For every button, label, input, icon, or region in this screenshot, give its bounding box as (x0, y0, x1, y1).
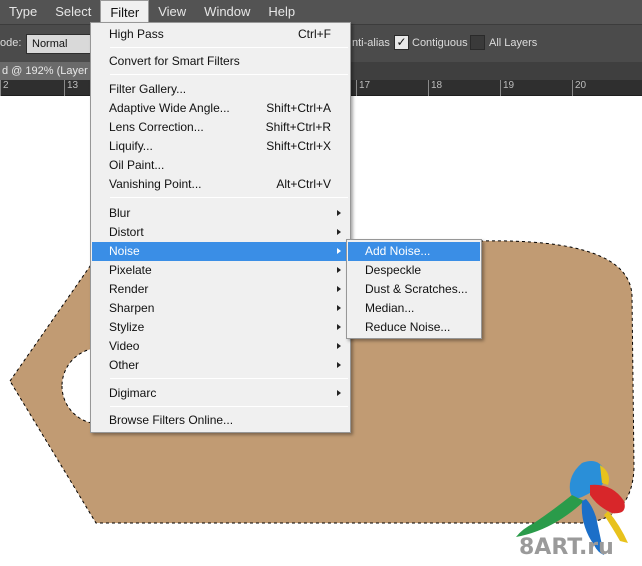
menu-item-other[interactable]: Other (92, 356, 349, 375)
menu-item-label: Distort (109, 225, 144, 239)
submenu-arrow-icon (337, 343, 341, 349)
mode-label: ode: (0, 37, 22, 49)
menu-item-liquify[interactable]: Liquify... Shift+Ctrl+X (92, 137, 349, 156)
submenu-item-label: Add Noise... (365, 244, 431, 258)
menu-help[interactable]: Help (259, 0, 304, 24)
menu-item-label: High Pass (109, 27, 164, 41)
submenu-item-add-noise[interactable]: Add Noise... (348, 242, 480, 261)
menu-separator (110, 406, 348, 407)
menu-item-label: Sharpen (109, 301, 155, 315)
submenu-arrow-icon (337, 286, 341, 292)
submenu-item-reduce-noise[interactable]: Reduce Noise... (348, 318, 480, 337)
contiguous-label[interactable]: Contiguous (412, 37, 468, 49)
menu-item-label: Other (109, 358, 140, 372)
submenu-item-label: Median... (365, 301, 415, 315)
menu-separator (110, 47, 348, 48)
menu-item-label: Vanishing Point... (109, 177, 202, 191)
mode-select[interactable]: Normal (26, 34, 96, 54)
menu-item-convert-smart-filters[interactable]: Convert for Smart Filters (92, 52, 349, 71)
menu-bar: Type Select Filter View Window Help (0, 0, 642, 25)
menu-item-noise[interactable]: Noise (92, 242, 349, 261)
menu-item-digimarc[interactable]: Digimarc (92, 384, 349, 403)
menu-item-label: Noise (109, 244, 140, 258)
menu-item-vanishing-point[interactable]: Vanishing Point... Alt+Ctrl+V (92, 175, 349, 194)
submenu-arrow-icon (337, 267, 341, 273)
ruler-tick: 18 (428, 80, 442, 96)
submenu-arrow-icon (337, 248, 341, 254)
menu-item-lens-correction[interactable]: Lens Correction... Shift+Ctrl+R (92, 118, 349, 137)
menu-window[interactable]: Window (195, 0, 259, 24)
menu-item-label: Video (109, 339, 140, 353)
ruler-tick: 20 (572, 80, 586, 96)
menu-item-browse-filters-online[interactable]: Browse Filters Online... (92, 411, 349, 430)
menu-item-sharpen[interactable]: Sharpen (92, 299, 349, 318)
submenu-arrow-icon (337, 305, 341, 311)
menu-item-shortcut: Shift+Ctrl+R (265, 120, 331, 134)
menu-item-high-pass[interactable]: High Pass Ctrl+F (92, 25, 349, 44)
submenu-arrow-icon (337, 390, 341, 396)
ruler-tick: 2 (0, 80, 9, 96)
submenu-arrow-icon (337, 210, 341, 216)
menu-item-distort[interactable]: Distort (92, 223, 349, 242)
menu-separator (110, 74, 348, 75)
menu-item-oil-paint[interactable]: Oil Paint... (92, 156, 349, 175)
menu-item-shortcut: Ctrl+F (298, 27, 331, 41)
ruler-tick: 17 (356, 80, 370, 96)
menu-item-label: Stylize (109, 320, 145, 334)
submenu-item-label: Despeckle (365, 263, 422, 277)
menu-item-blur[interactable]: Blur (92, 204, 349, 223)
menu-item-label: Adaptive Wide Angle... (109, 101, 230, 115)
menu-item-label: Filter Gallery... (109, 82, 187, 96)
menu-item-filter-gallery[interactable]: Filter Gallery... (92, 80, 349, 99)
menu-item-shortcut: Alt+Ctrl+V (276, 177, 331, 191)
submenu-item-despeckle[interactable]: Despeckle (348, 261, 480, 280)
menu-item-label: Convert for Smart Filters (109, 54, 240, 68)
submenu-item-median[interactable]: Median... (348, 299, 480, 318)
submenu-arrow-icon (337, 362, 341, 368)
menu-item-shortcut: Shift+Ctrl+X (266, 139, 331, 153)
menu-view[interactable]: View (149, 0, 195, 24)
filter-menu: High Pass Ctrl+F Convert for Smart Filte… (90, 22, 351, 433)
menu-item-label: Liquify... (109, 139, 153, 153)
menu-item-label: Blur (109, 206, 131, 220)
submenu-item-label: Reduce Noise... (365, 320, 451, 334)
all-layers-checkbox[interactable] (470, 35, 485, 50)
menu-filter[interactable]: Filter (100, 0, 150, 25)
submenu-arrow-icon (337, 324, 341, 330)
noise-submenu: Add Noise... Despeckle Dust & Scratches.… (346, 239, 482, 339)
anti-alias-label[interactable]: nti-alias (352, 37, 390, 49)
watermark-text: 8ART.ru (519, 535, 614, 560)
menu-separator (110, 378, 348, 379)
menu-item-adaptive-wide-angle[interactable]: Adaptive Wide Angle... Shift+Ctrl+A (92, 99, 349, 118)
menu-item-video[interactable]: Video (92, 337, 349, 356)
menu-item-pixelate[interactable]: Pixelate (92, 261, 349, 280)
submenu-arrow-icon (337, 229, 341, 235)
ruler-tick: 19 (500, 80, 514, 96)
menu-item-stylize[interactable]: Stylize (92, 318, 349, 337)
menu-item-label: Digimarc (109, 386, 157, 400)
menu-separator (110, 197, 348, 198)
menu-type[interactable]: Type (0, 0, 46, 24)
menu-item-label: Browse Filters Online... (109, 413, 234, 427)
menu-item-label: Oil Paint... (109, 158, 165, 172)
menu-item-render[interactable]: Render (92, 280, 349, 299)
menu-item-label: Render (109, 282, 149, 296)
contiguous-checkbox[interactable]: ✓ (394, 35, 409, 50)
menu-item-label: Pixelate (109, 263, 152, 277)
menu-item-label: Lens Correction... (109, 120, 204, 134)
menu-item-shortcut: Shift+Ctrl+A (266, 101, 331, 115)
submenu-item-dust-scratches[interactable]: Dust & Scratches... (348, 280, 480, 299)
menu-select[interactable]: Select (46, 0, 100, 24)
document-tab[interactable]: d @ 192% (Layer (0, 62, 92, 80)
submenu-item-label: Dust & Scratches... (365, 282, 468, 296)
all-layers-label[interactable]: All Layers (489, 37, 537, 49)
ruler-tick: 13 (64, 80, 78, 96)
